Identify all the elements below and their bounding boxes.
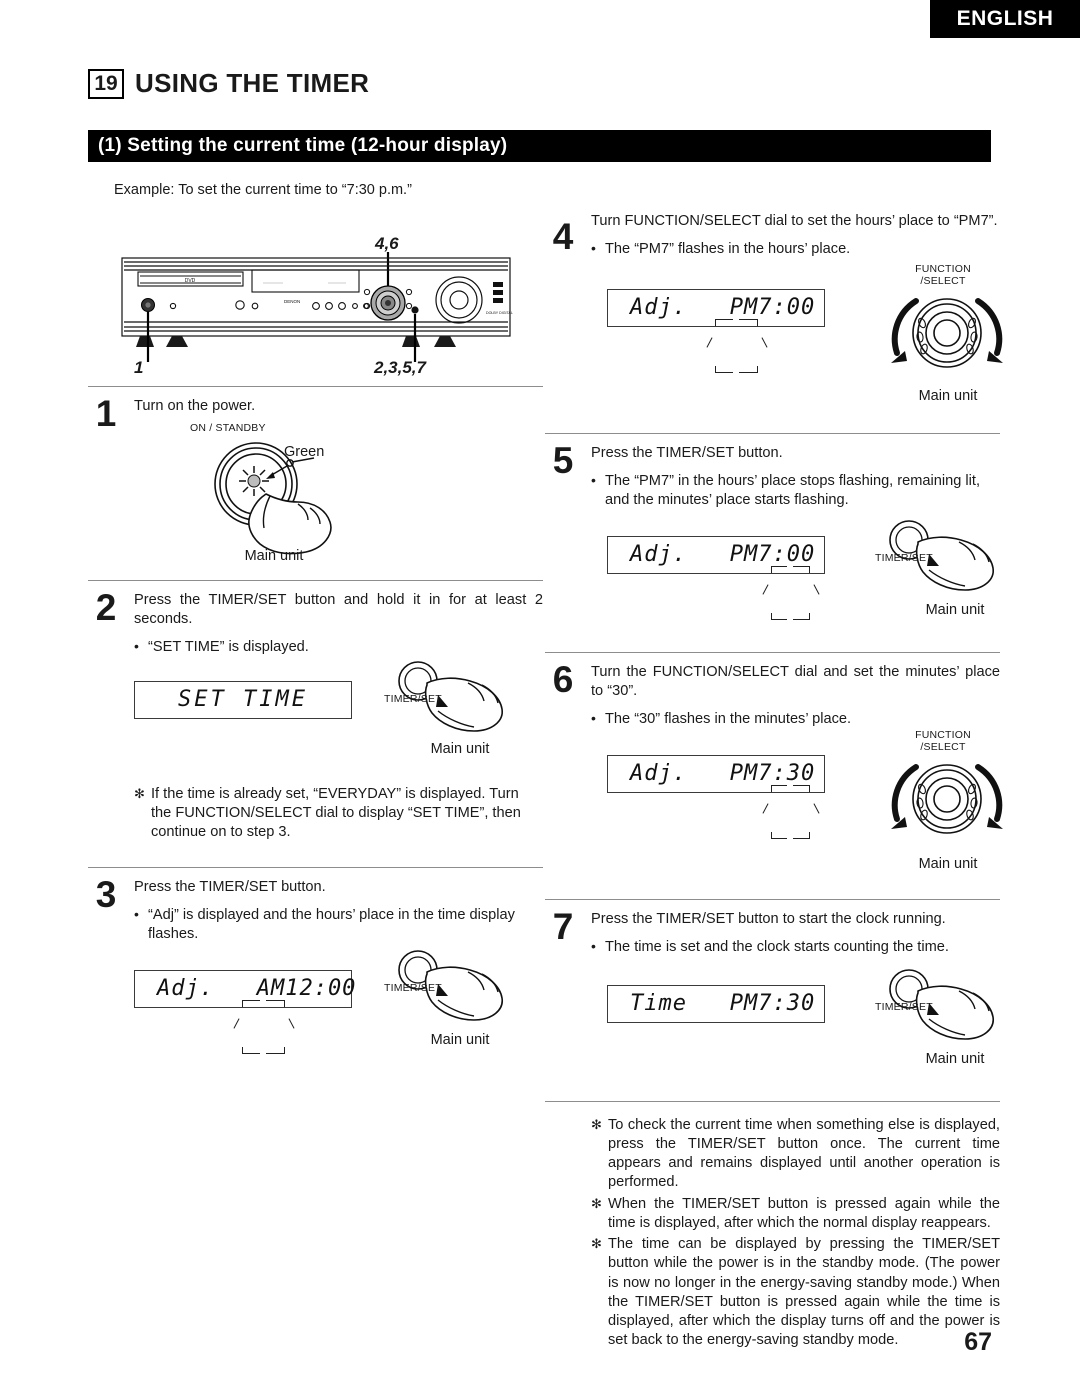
step-1-text: Turn on the power. — [134, 398, 256, 414]
step-5-bullet: The “PM7” in the hours’ place stops flas… — [591, 471, 1000, 510]
language-tab-label: ENGLISH — [956, 7, 1054, 30]
step-3-caption: Main unit — [430, 1031, 490, 1048]
step-6-number: 6 — [552, 658, 574, 700]
lcd-text: SET TIME — [178, 687, 308, 713]
lcd-display-step-4: Adj. PM7:00 — [607, 288, 825, 327]
step-2-note: If the time is already set, “EVERYDAY” i… — [134, 785, 543, 843]
timer-set-button-icon — [889, 520, 994, 591]
timer-set-button-icon — [398, 661, 503, 732]
step-2-number: 2 — [95, 586, 117, 628]
step-7-illustration: TIMER/SET Main unit — [873, 967, 1043, 1067]
lcd-text: Adj. PM7:00 — [630, 542, 816, 568]
step-4-number: 4 — [552, 216, 574, 257]
step-6-text: Turn the FUNCTION/SELECT dial and set th… — [591, 663, 1000, 699]
example-text: Example: To set the current time to “7:3… — [114, 182, 412, 198]
step-2-text: Press the TIMER/SET button and hold it i… — [134, 591, 543, 627]
step-2-bullet: “SET TIME” is displayed. — [134, 637, 543, 657]
step-7: 7 Press the TIMER/SET button to start th… — [545, 900, 1000, 1101]
timer-set-label: TIMER/SET — [875, 1000, 933, 1013]
step-1-number: 1 — [95, 393, 117, 434]
chapter-heading: 19 USING THE TIMER — [88, 68, 369, 99]
lcd-text: Adj. PM7:00 — [630, 295, 816, 321]
manual-page: ENGLISH 19 USING THE TIMER (1) Setting t… — [0, 0, 1080, 1399]
svg-text:DENON: DENON — [284, 299, 300, 304]
step-3-text: Press the TIMER/SET button. — [134, 878, 326, 895]
lcd-display-step-3: Adj. AM12:00 — [134, 969, 355, 1008]
step-2: 2 Press the TIMER/SET button and hold it… — [88, 581, 543, 851]
footnote-3: The time can be displayed by pressing th… — [591, 1235, 1000, 1351]
step-7-caption: Main unit — [925, 1050, 985, 1067]
step-3: 3 Press the TIMER/SET button. “Adj” is d… — [88, 868, 543, 1076]
timer-set-label: TIMER/SET — [875, 551, 933, 564]
device-diagram: 4,6 DVD DENON DOLBY DIGITAL 1 2,3,5,7 — [88, 210, 543, 386]
footnote-2: When the TIMER/SET button is pressed aga… — [591, 1195, 1000, 1234]
lcd-display-step-6: Adj. PM7:30 — [607, 754, 825, 793]
device-front-panel-drawing: DVD DENON DOLBY DIGITAL — [121, 252, 513, 362]
step-6-illustration: FUNCTION /SELECT Main unit — [883, 729, 1013, 872]
step-1-caption: Main unit — [244, 547, 304, 564]
step-7-number: 7 — [552, 905, 574, 947]
green-label: Green — [284, 443, 325, 460]
step-5-caption: Main unit — [925, 601, 985, 618]
step-1-illustration: ON / STANDBY Green Main unit — [134, 420, 543, 572]
step-4-illustration: FUNCTION /SELECT Main unit — [883, 263, 1013, 404]
step-3-illustration: TIMER/SET Main unit — [382, 948, 552, 1048]
divider — [545, 1100, 1000, 1102]
step-5-number: 5 — [552, 439, 574, 481]
svg-text:DOLBY DIGITAL: DOLBY DIGITAL — [486, 311, 513, 315]
lcd-display-step-2: SET TIME — [134, 680, 352, 719]
step-4-caption: Main unit — [918, 387, 978, 404]
section-title: (1) Setting the current time (12-hour di… — [98, 135, 508, 156]
svg-text:DVD: DVD — [185, 278, 196, 284]
on-standby-label: ON / STANDBY — [190, 421, 266, 434]
step-4-text: Turn FUNCTION/SELECT dial to set the hou… — [591, 213, 998, 229]
callout-4-6: 4,6 — [375, 234, 399, 253]
callout-2-3-5-7: 2,3,5,7 — [374, 358, 426, 377]
step-5-illustration: TIMER/SET Main unit — [873, 518, 1043, 618]
lcd-text: Adj. AM12:00 — [157, 976, 357, 1002]
language-tab: ENGLISH — [930, 0, 1080, 38]
footnote-1: To check the current time when something… — [591, 1116, 1000, 1193]
timer-set-button-icon — [398, 949, 503, 1021]
timer-set-button-icon — [889, 968, 994, 1040]
lcd-display-step-7: Time PM7:30 — [607, 984, 825, 1023]
lcd-text: Adj. PM7:30 — [630, 761, 816, 787]
timer-set-label: TIMER/SET — [384, 981, 442, 994]
function-select-label: FUNCTION /SELECT — [915, 262, 971, 287]
step-5-text: Press the TIMER/SET button. — [591, 444, 783, 461]
footnotes: To check the current time when something… — [591, 1116, 1000, 1351]
chapter-number: 19 — [88, 68, 124, 99]
right-column: 4 Turn FUNCTION/SELECT dial to set the h… — [545, 210, 1003, 1351]
step-2-illustration: TIMER/SET Main unit — [382, 659, 552, 757]
step-6-caption: Main unit — [918, 855, 978, 872]
chapter-title: USING THE TIMER — [135, 68, 370, 98]
left-column: 4,6 DVD DENON DOLBY DIGITAL 1 2,3,5,7 1 … — [88, 210, 543, 1076]
function-select-label: FUNCTION /SELECT — [915, 728, 971, 753]
section-title-bar: (1) Setting the current time (12-hour di… — [88, 130, 991, 162]
step-4-bullet: The “PM7” flashes in the hours’ place. — [591, 239, 1000, 259]
step-6: 6 Turn the FUNCTION/SELECT dial and set … — [545, 653, 1003, 899]
page-number: 67 — [964, 1328, 992, 1356]
step-3-number: 3 — [95, 873, 117, 915]
step-5: 5 Press the TIMER/SET button. The “PM7” … — [545, 434, 1000, 652]
step-1: 1 Turn on the power. ON / STANDBY Green … — [88, 387, 543, 580]
step-6-bullet: The “30” flashes in the minutes’ place. — [591, 709, 1000, 729]
step-7-bullet: The time is set and the clock starts cou… — [591, 937, 1000, 957]
function-select-dial-icon — [891, 763, 1003, 834]
callout-1: 1 — [134, 358, 144, 377]
step-2-caption: Main unit — [430, 740, 490, 757]
function-select-dial-icon — [891, 297, 1003, 368]
step-7-text: Press the TIMER/SET button to start the … — [591, 910, 946, 927]
lcd-display-step-5: Adj. PM7:00 — [607, 535, 825, 574]
step-4: 4 Turn FUNCTION/SELECT dial to set the h… — [545, 210, 1003, 433]
step-3-bullet: “Adj” is displayed and the hours’ place … — [134, 905, 543, 944]
timer-set-label: TIMER/SET — [384, 692, 442, 705]
lcd-text: Time PM7:30 — [630, 991, 816, 1017]
